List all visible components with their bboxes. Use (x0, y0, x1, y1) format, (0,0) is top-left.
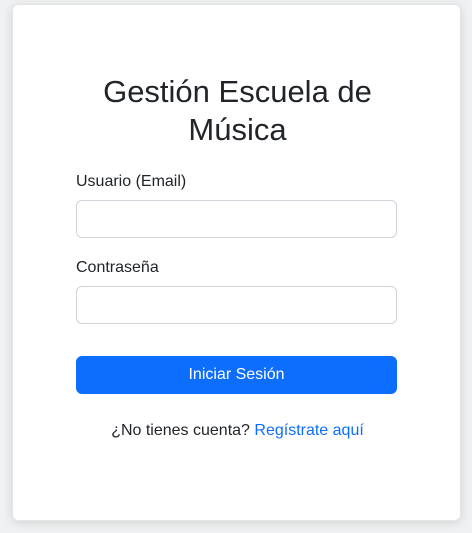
password-field[interactable] (76, 286, 397, 324)
register-prompt-text: ¿No tienes cuenta? (111, 422, 250, 439)
page: Gestión Escuela de Música Usuario (Email)… (0, 0, 472, 533)
page-title: Gestión Escuela de Música (13, 73, 462, 149)
title-line-2: Música (188, 112, 287, 147)
title-line-1: Gestión Escuela de (103, 74, 372, 109)
register-link[interactable]: Regístrate aquí (254, 422, 363, 439)
email-label: Usuario (Email) (76, 173, 187, 190)
register-prompt-row: ¿No tienes cuenta? Regístrate aquí (13, 421, 462, 441)
password-label: Contraseña (76, 259, 159, 276)
login-button[interactable]: Iniciar Sesión (76, 356, 397, 394)
login-card: Gestión Escuela de Música Usuario (Email)… (12, 4, 461, 521)
email-field[interactable] (76, 200, 397, 238)
